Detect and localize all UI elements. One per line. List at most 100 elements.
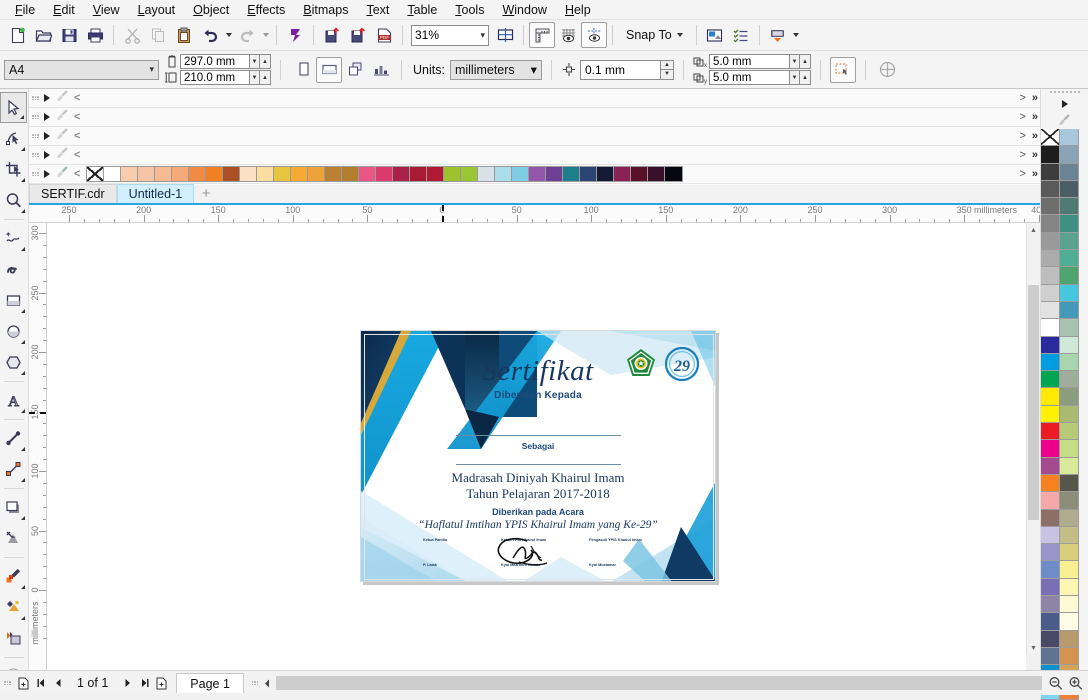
undo-button[interactable] (197, 22, 223, 48)
color-swatch[interactable] (257, 167, 275, 181)
application-launcher-dropdown[interactable] (791, 22, 802, 48)
add-document-tab-button[interactable]: + (194, 184, 218, 203)
palette-color-swatch[interactable] (1041, 544, 1060, 562)
palette-color-swatch[interactable] (1060, 180, 1079, 199)
palette-color-swatch[interactable] (1041, 163, 1060, 181)
docker-next-arrow[interactable]: > (1019, 111, 1025, 123)
horizontal-scrollbar[interactable] (249, 675, 1042, 692)
menu-item-bitmaps[interactable]: Bitmaps (294, 1, 357, 19)
palette-color-swatch[interactable] (1041, 250, 1060, 268)
docker-expand-all-arrow[interactable]: » (1032, 111, 1038, 123)
scroll-down-button[interactable]: ▼ (1027, 641, 1040, 655)
undo-dropdown[interactable] (223, 22, 234, 48)
menu-item-edit[interactable]: Edit (44, 1, 84, 19)
horizontal-scroll-thumb[interactable] (275, 676, 1042, 690)
portrait-orientation-button[interactable] (290, 57, 316, 83)
eyedropper-icon[interactable] (56, 128, 69, 144)
color-swatch[interactable] (478, 167, 496, 181)
straight-line-connector-tool[interactable] (0, 454, 27, 485)
palette-color-swatch[interactable] (1041, 630, 1060, 648)
color-swatch[interactable] (342, 167, 360, 181)
docker-expand-arrow[interactable] (44, 113, 50, 121)
palette-color-swatch[interactable] (1041, 647, 1060, 666)
docker-next-arrow[interactable]: > (1019, 149, 1025, 161)
palette-color-swatch[interactable] (1060, 596, 1079, 614)
corel-connect-icon[interactable] (282, 22, 308, 48)
duplicate-y-down[interactable]: ▼ (788, 70, 800, 85)
rectangle-tool[interactable] (0, 285, 27, 316)
drawing-canvas[interactable]: Sertifikat 29 Diberikan Kepada Sebagai M… (47, 223, 1026, 670)
color-swatch[interactable] (580, 167, 598, 181)
color-swatch[interactable] (359, 167, 377, 181)
palette-color-swatch[interactable] (1041, 371, 1060, 389)
snap-to-dropdown[interactable]: Snap To (618, 25, 691, 45)
color-swatch[interactable] (529, 167, 547, 181)
color-swatch[interactable] (240, 167, 258, 181)
docker-collapse-arrow[interactable]: < (74, 168, 80, 180)
palette-color-swatch[interactable] (1041, 596, 1060, 614)
palette-color-swatch[interactable] (1060, 129, 1079, 147)
text-tool[interactable]: A (0, 385, 27, 416)
palette-color-swatch[interactable] (1060, 405, 1079, 424)
redo-button[interactable] (234, 22, 260, 48)
palette-color-swatch[interactable] (1060, 440, 1079, 458)
palette-color-swatch[interactable] (1060, 319, 1079, 337)
palette-color-swatch[interactable] (1041, 509, 1060, 527)
palette-color-swatch[interactable] (1060, 371, 1079, 389)
full-screen-preview-button[interactable] (492, 22, 518, 48)
cut-button[interactable] (119, 22, 145, 48)
docker-expand-all-arrow[interactable]: » (1032, 92, 1038, 104)
palette-color-swatch[interactable] (1060, 509, 1079, 527)
color-swatch[interactable] (648, 167, 666, 181)
palette-color-swatch[interactable] (1060, 492, 1079, 510)
palette-color-swatch[interactable] (1060, 388, 1079, 406)
object-manager-button[interactable] (728, 22, 754, 48)
docker-expand-arrow[interactable] (44, 94, 50, 102)
color-swatch[interactable] (427, 167, 445, 181)
color-swatch[interactable] (665, 167, 683, 181)
palette-color-swatch[interactable] (1060, 423, 1079, 441)
palette-color-swatch[interactable] (1041, 526, 1060, 545)
menu-item-text[interactable]: Text (357, 1, 398, 19)
menu-item-table[interactable]: Table (398, 1, 446, 19)
color-swatch[interactable] (172, 167, 190, 181)
statusbar-grip[interactable] (4, 677, 11, 690)
docker-expand-all-arrow[interactable]: » (1032, 168, 1038, 180)
palette-color-swatch[interactable] (1041, 613, 1060, 631)
page-width-up[interactable]: ▲ (260, 54, 271, 69)
treat-as-filled-button[interactable] (829, 56, 856, 83)
palette-color-swatch[interactable] (1060, 284, 1079, 302)
palette-color-swatch[interactable] (1060, 215, 1079, 233)
eyedropper-icon[interactable] (56, 147, 69, 163)
docker-next-arrow[interactable]: > (1019, 168, 1025, 180)
palette-color-swatch[interactable] (1060, 163, 1079, 181)
palette-color-swatch[interactable] (1060, 146, 1079, 164)
horizontal-ruler[interactable]: 2502001501005005010015020025030035040045… (29, 205, 1040, 223)
color-swatch[interactable] (614, 167, 632, 181)
document-tab-untitled-1[interactable]: Untitled-1 (116, 184, 195, 203)
current-page-only-button[interactable] (368, 57, 394, 83)
previous-page-button[interactable] (49, 675, 66, 692)
color-eyedropper-tool[interactable] (0, 561, 27, 592)
redo-dropdown[interactable] (260, 22, 271, 48)
polygon-tool[interactable] (0, 347, 27, 378)
palette-color-swatch[interactable] (1060, 578, 1079, 597)
docker-grip[interactable] (32, 111, 39, 124)
open-document-button[interactable] (30, 22, 56, 48)
palette-color-swatch[interactable] (1060, 353, 1079, 372)
color-swatch[interactable] (223, 167, 241, 181)
paste-button[interactable] (171, 22, 197, 48)
docker-next-arrow[interactable]: > (1019, 130, 1025, 142)
palette-color-swatch[interactable] (1060, 544, 1079, 562)
parallel-dimension-tool[interactable] (0, 423, 27, 454)
menu-item-file[interactable]: File (6, 1, 44, 19)
palette-color-swatch[interactable] (1060, 198, 1079, 216)
duplicate-x-input[interactable]: 5.0 mm (708, 54, 789, 69)
docker-collapse-arrow[interactable]: < (74, 149, 80, 161)
application-launcher-button[interactable] (765, 22, 791, 48)
palette-color-swatch[interactable] (1060, 301, 1079, 320)
drop-shadow-tool[interactable] (0, 492, 27, 523)
page-tab-page-1[interactable]: Page 1 (176, 673, 244, 693)
smart-fill-tool[interactable] (0, 623, 27, 654)
menu-item-effects[interactable]: Effects (238, 1, 294, 19)
